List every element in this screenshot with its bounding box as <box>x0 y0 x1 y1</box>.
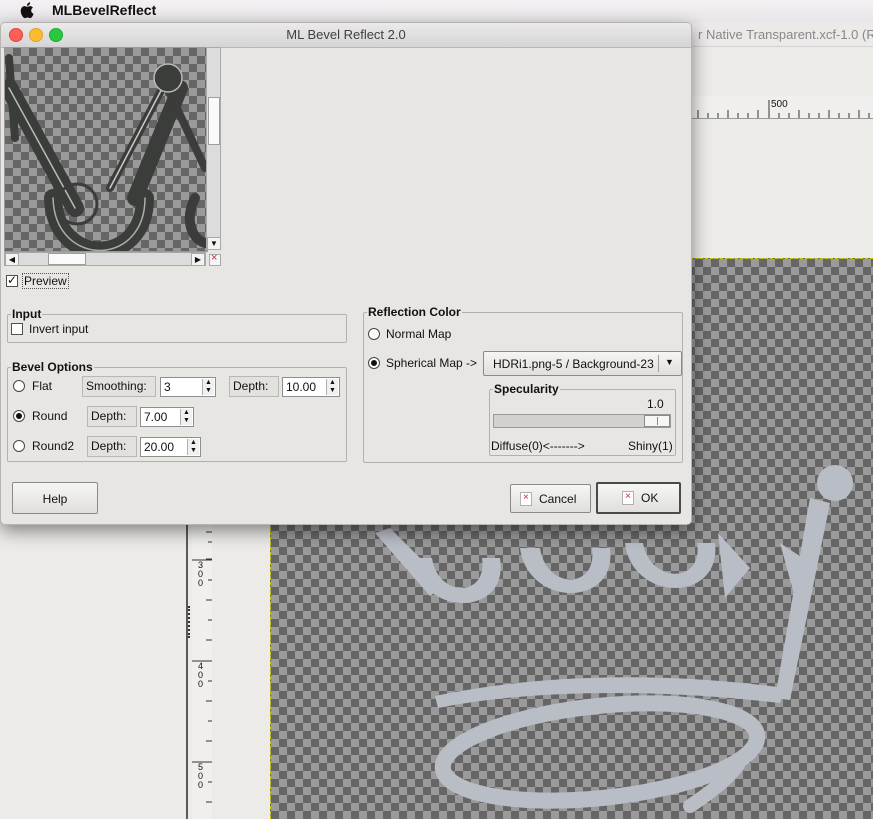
pane-separator[interactable] <box>186 524 188 819</box>
round2-label[interactable]: Round2 <box>32 439 74 453</box>
ruler-label-300: 3 0 0 <box>198 560 204 588</box>
ok-label[interactable]: OK <box>641 491 658 505</box>
bevel-preview-artwork <box>5 54 207 251</box>
ml-bevel-reflect-dialog: ML Bevel Reflect 2.0 ▼ ◀ ▶ × ✓ Preview I… <box>0 22 692 525</box>
preview-label[interactable]: Preview <box>22 273 69 289</box>
specularity-value: 1.0 <box>647 397 664 411</box>
vertical-ruler[interactable]: 3 0 0 4 0 0 5 0 0 <box>192 524 213 819</box>
round-depth-label: Depth: <box>87 406 137 427</box>
slider-grip-icon <box>657 417 658 425</box>
dropdown-divider <box>658 355 659 372</box>
preview-horizontal-scroll-thumb[interactable] <box>48 253 86 265</box>
spinner-arrows-icon[interactable]: ▲ ▼ <box>180 409 192 425</box>
flat-radio[interactable] <box>13 380 25 392</box>
round2-depth-value[interactable]: 20.00 <box>144 440 174 454</box>
round-label[interactable]: Round <box>32 409 67 423</box>
round2-depth-label: Depth: <box>87 436 137 457</box>
ruler-label-500: 500 <box>771 99 788 110</box>
navigate-preview-icon[interactable]: × <box>209 252 221 266</box>
menu-bar: MLBevelReflect <box>0 0 873 23</box>
smoothing-label: Smoothing: <box>82 376 156 397</box>
round-depth-spinner[interactable]: 7.00 ▲ ▼ <box>140 407 194 427</box>
specularity-slider-handle[interactable] <box>644 415 670 427</box>
invert-input-label[interactable]: Invert input <box>29 322 88 336</box>
chevron-down-icon[interactable]: ▼ <box>665 357 674 367</box>
dialog-title: ML Bevel Reflect 2.0 <box>286 27 406 42</box>
environment-map-dropdown[interactable]: HDRi1.png-5 / Background-23 ▼ <box>483 351 682 376</box>
help-label[interactable]: Help <box>13 492 97 506</box>
flat-label[interactable]: Flat <box>32 379 52 393</box>
flat-depth-label: Depth: <box>229 376 279 397</box>
round2-depth-spinner[interactable]: 20.00 ▲ ▼ <box>140 437 201 457</box>
spherical-map-radio[interactable] <box>368 357 380 369</box>
preview-image[interactable] <box>4 47 208 252</box>
bevel-options-title: Bevel Options <box>11 360 94 374</box>
app-name[interactable]: MLBevelReflect <box>52 2 156 18</box>
cancel-icon <box>520 492 532 506</box>
round-depth-value[interactable]: 7.00 <box>144 410 167 424</box>
normal-map-radio[interactable] <box>368 328 380 340</box>
scroll-left-icon[interactable]: ◀ <box>5 253 19 266</box>
preview-horizontal-scrollbar[interactable] <box>4 252 206 266</box>
invert-input-checkbox[interactable] <box>11 323 23 335</box>
input-frame-title: Input <box>11 307 43 321</box>
flat-depth-value[interactable]: 10.00 <box>286 380 316 394</box>
ruler-label-500: 5 0 0 <box>198 762 204 790</box>
scroll-down-icon[interactable]: ▼ <box>207 237 221 250</box>
apple-logo-icon[interactable] <box>20 1 34 19</box>
smoothing-spinner[interactable]: 3 ▲ ▼ <box>160 377 216 397</box>
specularity-title: Specularity <box>493 382 560 396</box>
spinner-arrows-icon[interactable]: ▲ ▼ <box>202 379 214 395</box>
ok-button[interactable]: OK <box>596 482 681 514</box>
specularity-diffuse-label: Diffuse(0)<-------> <box>491 439 585 453</box>
preview-vertical-scroll-thumb[interactable] <box>208 97 220 145</box>
ok-icon <box>622 491 634 505</box>
help-button[interactable]: Help <box>12 482 98 514</box>
specularity-shiny-label: Shiny(1) <box>628 439 673 453</box>
cancel-label[interactable]: Cancel <box>539 492 576 506</box>
round-radio[interactable] <box>13 410 25 422</box>
horizontal-ruler[interactable]: 500 <box>690 96 873 119</box>
normal-map-label[interactable]: Normal Map <box>386 327 451 341</box>
preview-vertical-scrollbar[interactable] <box>206 47 221 250</box>
flat-depth-spinner[interactable]: 10.00 ▲ ▼ <box>282 377 340 397</box>
preview-checkbox[interactable] <box>6 273 18 287</box>
ruler-label-400: 4 0 0 <box>198 661 204 689</box>
environment-map-value[interactable]: HDRi1.png-5 / Background-23 <box>493 357 654 371</box>
spinner-arrows-icon[interactable]: ▲ ▼ <box>187 439 199 455</box>
round2-radio[interactable] <box>13 440 25 452</box>
background-window-title: r Native Transparent.xcf-1.0 (R <box>698 27 873 42</box>
specularity-slider[interactable] <box>493 414 671 428</box>
reflection-color-title: Reflection Color <box>367 305 462 319</box>
scroll-right-icon[interactable]: ▶ <box>191 253 205 266</box>
smoothing-value[interactable]: 3 <box>164 380 171 394</box>
pane-grip[interactable] <box>188 606 194 638</box>
spherical-map-label[interactable]: Spherical Map -> <box>386 356 477 370</box>
cancel-button[interactable]: Cancel <box>510 484 591 513</box>
spinner-arrows-icon[interactable]: ▲ ▼ <box>326 379 338 395</box>
canvas-gutter <box>212 524 270 819</box>
